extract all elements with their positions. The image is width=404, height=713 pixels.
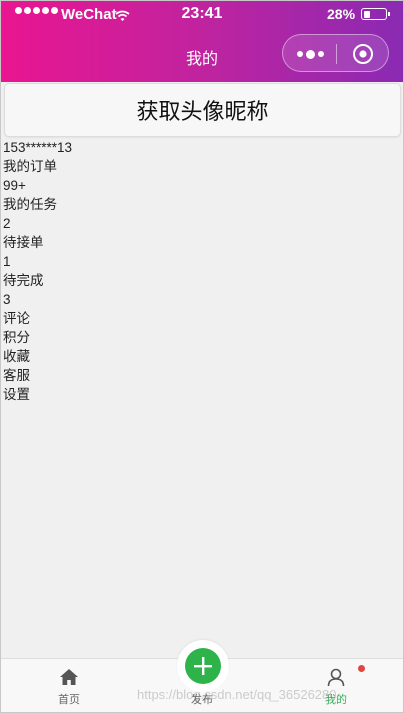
pending-complete-link[interactable]: 待完成 — [3, 271, 383, 290]
my-tasks-link[interactable]: 我的任务 — [3, 195, 383, 214]
settings-link[interactable]: 设置 — [3, 385, 383, 404]
pending-complete-count: 3 — [3, 292, 11, 307]
my-orders-count: 99+ — [3, 178, 26, 193]
favorites-link[interactable]: 收藏 — [3, 347, 383, 366]
battery-percent: 28% — [327, 6, 356, 22]
notification-badge — [358, 665, 365, 672]
my-orders-link[interactable]: 我的订单 — [3, 157, 383, 176]
watermark: https://blog.csdn.net/qq_36526280 — [137, 687, 337, 702]
user-icon — [326, 667, 346, 687]
battery-level — [363, 10, 370, 18]
battery-icon — [361, 8, 390, 20]
pending-accept-link[interactable]: 待接单 — [3, 233, 383, 252]
miniprogram-capsule — [282, 34, 389, 72]
tab-home[interactable]: 首页 — [29, 659, 109, 712]
publish-button[interactable] — [185, 648, 221, 684]
points-link[interactable]: 积分 — [3, 328, 383, 347]
capsule-divider — [336, 44, 337, 64]
reviews-link[interactable]: 评论 — [3, 309, 383, 328]
my-tasks-count: 2 — [3, 216, 11, 231]
header: WeChat 23:41 28% 我的 — [1, 1, 403, 82]
more-dots-icon[interactable] — [295, 47, 325, 61]
phone-number: 153******13 — [3, 140, 73, 155]
plus-icon — [194, 657, 212, 675]
pending-accept-count: 1 — [3, 254, 11, 269]
status-bar: WeChat 23:41 28% — [1, 1, 403, 29]
target-close-icon[interactable] — [352, 43, 374, 65]
phone-frame: WeChat 23:41 28% 我的 获取头像昵称 153******13 我… — [0, 0, 404, 713]
profile-content: 153******13 我的订单 99+ 我的任务 2 待接单 1 待完成 3 … — [3, 138, 383, 404]
home-icon — [59, 667, 79, 687]
tab-home-label: 首页 — [58, 694, 80, 706]
customer-service-link[interactable]: 客服 — [3, 366, 383, 385]
get-avatar-nickname-button[interactable]: 获取头像昵称 — [4, 83, 401, 137]
